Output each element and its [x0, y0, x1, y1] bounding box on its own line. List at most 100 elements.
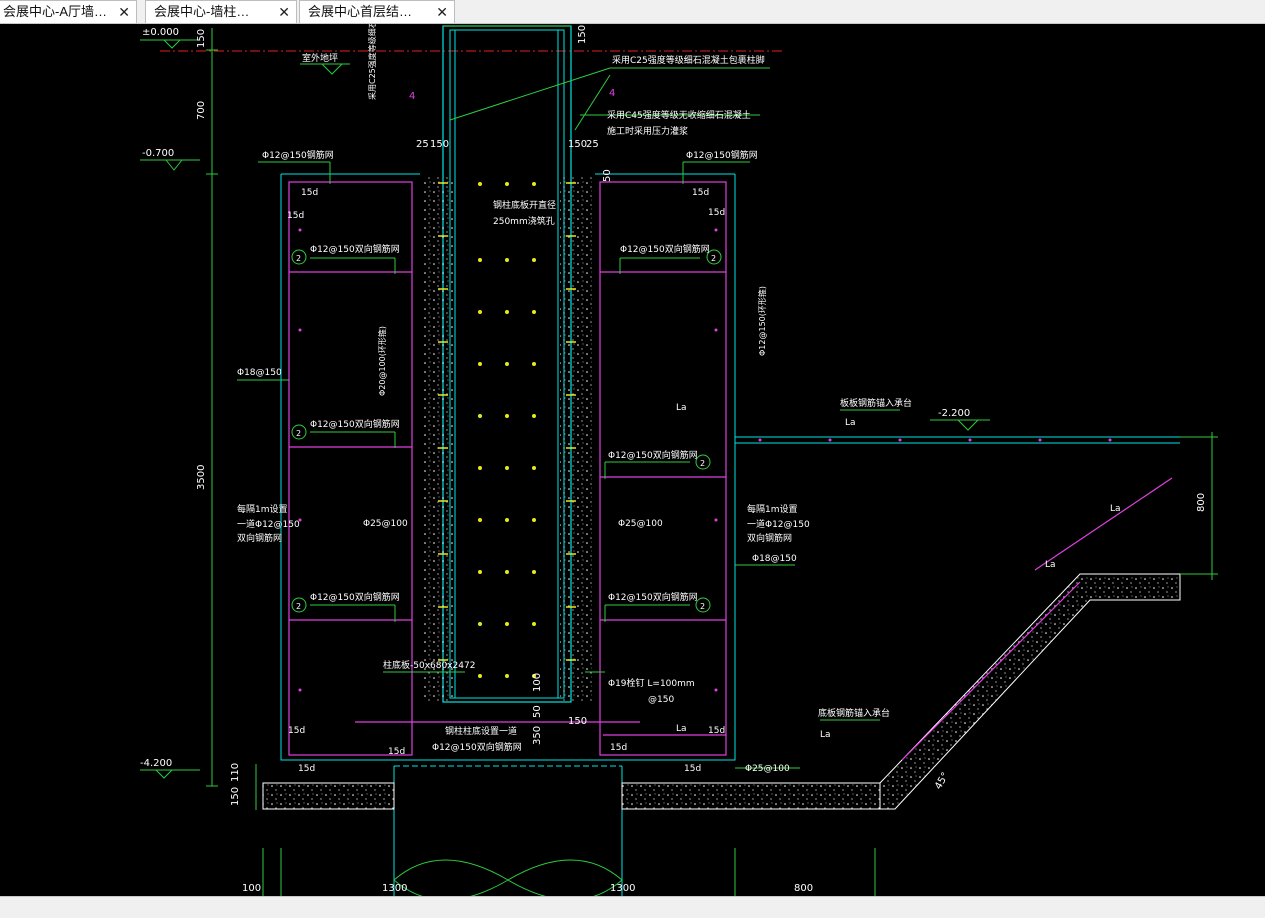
dim-150a: 150: [430, 139, 449, 150]
lap-15d-10: 15d: [684, 764, 701, 774]
lap-15d-7: 15d: [298, 764, 315, 774]
piles: [262, 848, 876, 901]
tab-drawing-1[interactable]: 会展中心-A厅墙… ✕: [0, 0, 137, 23]
lap-15d-2: 15d: [287, 211, 304, 221]
note-every-1m-c: 双向钢筋网: [237, 532, 282, 544]
note-every-1m-b: 一道Φ12@150: [237, 518, 300, 530]
cad-canvas[interactable]: ±0.000 -0.700 -4.200 -2.200 150 700 3500…: [0, 0, 1265, 901]
dim-45deg: 45°: [933, 771, 951, 792]
rebar-mesh-2r: Φ12@150双向钢筋网: [608, 449, 698, 461]
lap-15d-5: 15d: [288, 726, 305, 736]
tab-label: 会展中心首层结…: [308, 4, 413, 19]
note-stud-spacing: @150: [648, 695, 674, 705]
lap-15d-1: 15d: [301, 188, 318, 198]
note-every-1m: 每隔1m设置: [237, 503, 288, 515]
rebar-phi18-l: Φ18@150: [237, 368, 282, 378]
la-1: La: [676, 403, 687, 413]
note-col-bottom: 钢柱柱底设置一道: [445, 725, 517, 737]
la-6: La: [820, 730, 831, 740]
note-vent-hole: 钢柱底板开直径: [493, 199, 556, 211]
rebar-mesh-3r: Φ12@150双向钢筋网: [608, 591, 698, 603]
foundation-base: [262, 573, 1181, 810]
dim-150: 150: [196, 29, 207, 48]
dim-25a: 25: [416, 139, 429, 150]
drawing-svg: ±0.000 -0.700 -4.200 -2.200 150 700 3500…: [140, 0, 1218, 901]
dim-150c: 150: [568, 716, 587, 727]
section-4-left: 4: [409, 91, 415, 102]
note-every-1m-r-c: 双向钢筋网: [747, 532, 792, 544]
rebar-phi20: Φ20@100(环形箍): [377, 326, 387, 396]
note-slab-anchor: 板板钢筋锚入承台: [840, 397, 912, 409]
rebar-phi12-ring: Φ12@150(环形箍): [757, 286, 767, 356]
tab-label: 会展中心-A厅墙…: [3, 4, 108, 19]
tab-drawing-3[interactable]: 会展中心首层结… ✕: [299, 0, 455, 23]
la-2: La: [845, 418, 856, 428]
rebar-mesh-2l: Φ12@150双向钢筋网: [310, 418, 400, 430]
circle-label-6: 2: [700, 602, 705, 611]
tab-label: 会展中心-墙柱…: [154, 4, 250, 19]
note-c25: 采用C25强度等级细石混凝土包裹柱脚: [612, 54, 765, 66]
rebar-cages: [288, 181, 1173, 761]
tab-bar: 会展中心-A厅墙… ✕ 会展中心-墙柱… ✕ 会展中心首层结… ✕: [0, 0, 1265, 24]
dim-110: 110: [230, 763, 241, 782]
lap-15d-4: 15d: [708, 208, 725, 218]
dim-bottom-1300a: 1300: [382, 883, 407, 894]
rebar-phi25-l: Φ25@100: [363, 519, 408, 529]
circle-label-1: 2: [296, 254, 301, 263]
note-every-1m-r-b: 一道Φ12@150: [747, 518, 810, 530]
note-grout: 施工时采用压力灌浆: [607, 125, 688, 137]
dim-100: 100: [532, 673, 543, 692]
tab-drawing-2[interactable]: 会展中心-墙柱… ✕: [145, 0, 297, 23]
la-5: La: [676, 724, 687, 734]
elev-0: ±0.000: [142, 27, 179, 38]
la-4: La: [1045, 560, 1056, 570]
dim-bottom-800: 800: [794, 883, 813, 894]
note-slab-anchor-2: 底板钢筋锚入承台: [818, 707, 890, 719]
studs: [438, 182, 576, 661]
note-every-1m-r: 每隔1m设置: [747, 503, 798, 515]
rebar-mesh-1r: Φ12@150双向钢筋网: [620, 243, 710, 255]
grout-right: [560, 176, 592, 702]
rebar-phi25-r: Φ25@100: [618, 519, 663, 529]
dim-bottom-1300b: 1300: [610, 883, 635, 894]
left-dimension: [206, 28, 257, 810]
note-stud: Φ19栓钉 L=100mm: [608, 677, 695, 689]
note-col-bottom-mesh: Φ12@150双向钢筋网: [432, 741, 522, 753]
close-icon[interactable]: ✕: [436, 1, 448, 23]
rebar-mesh-top-l: Φ12@150钢筋网: [262, 149, 334, 161]
rebar-phi25-b: Φ25@100: [745, 764, 790, 774]
circle-label-5: 2: [296, 602, 301, 611]
status-bar: [0, 896, 1265, 918]
grout-left: [422, 176, 454, 702]
dim-50: 50: [602, 169, 613, 182]
detail-circles: [291, 249, 722, 613]
rebar-phi18-r: Φ18@150: [752, 554, 797, 564]
lap-15d-6: 15d: [388, 747, 405, 757]
note-vertical: 采用C25强度等级细石混凝土: [367, 24, 377, 100]
la-3: La: [1110, 504, 1121, 514]
elev-3: -2.200: [938, 408, 970, 419]
note-outdoor: 室外地坪: [302, 52, 338, 64]
rebar-mesh-3l: Φ12@150双向钢筋网: [310, 591, 400, 603]
circle-label-2: 2: [711, 254, 716, 263]
rebar-mesh-1l: Φ12@150双向钢筋网: [310, 243, 400, 255]
rebar-mesh-top-r: Φ12@150钢筋网: [686, 149, 758, 161]
dim-3500: 3500: [196, 465, 207, 490]
dim-50b: 50: [532, 705, 543, 718]
dim-150b: 150: [568, 139, 587, 150]
close-icon[interactable]: ✕: [118, 1, 130, 23]
note-vent-hole-2: 250mm浇筑孔: [493, 215, 555, 227]
note-c45: 采用C45强度等级无收缩细石混凝土: [607, 109, 751, 121]
circle-label-4: 2: [700, 459, 705, 468]
dim-350: 350: [532, 726, 543, 745]
lap-15d-3: 15d: [692, 188, 709, 198]
dim-150top: 150: [577, 25, 588, 44]
elev-2: -4.200: [140, 758, 172, 769]
lap-15d-9: 15d: [610, 743, 627, 753]
close-icon[interactable]: ✕: [278, 1, 290, 23]
dim-150b: 150: [230, 787, 241, 806]
dim-700: 700: [196, 101, 207, 120]
drawing-text: ±0.000 -0.700 -4.200 -2.200 150 700 3500…: [140, 0, 1207, 894]
dim-800-right: 800: [1196, 493, 1207, 512]
note-base-plate: 柱底板-50x680x2472: [383, 659, 475, 671]
